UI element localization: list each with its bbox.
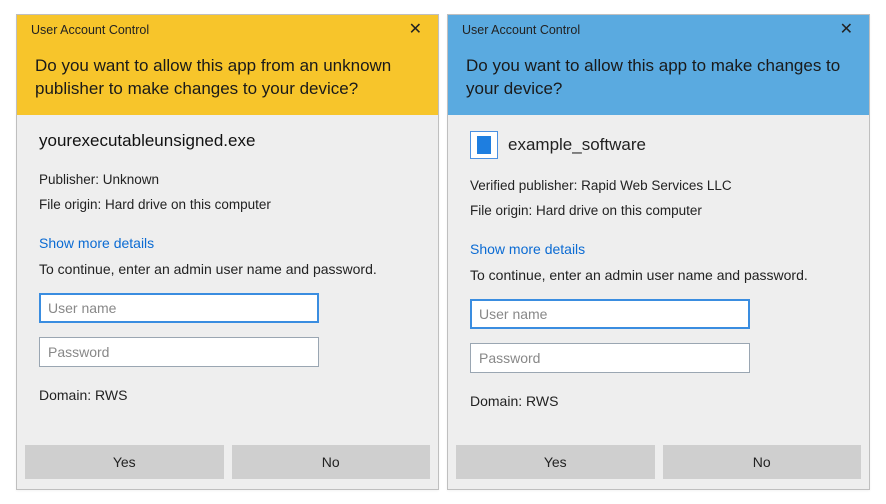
username-input[interactable] <box>39 293 319 323</box>
question-banner: Do you want to allow this app from an un… <box>17 45 438 115</box>
uac-dialog-unsigned: User Account Control ✕ Do you want to al… <box>16 14 439 490</box>
titlebar: User Account Control ✕ <box>448 15 869 45</box>
app-icon <box>470 131 498 159</box>
yes-button[interactable]: Yes <box>456 445 655 479</box>
window-title: User Account Control <box>31 23 403 37</box>
password-input[interactable] <box>39 337 319 367</box>
button-row: Yes No <box>448 437 869 489</box>
file-origin-line: File origin: Hard drive on this computer <box>39 196 416 215</box>
button-row: Yes No <box>17 437 438 489</box>
domain-label: Domain: RWS <box>470 393 847 409</box>
username-input[interactable] <box>470 299 750 329</box>
publisher-line: Publisher: Unknown <box>39 171 416 190</box>
no-button[interactable]: No <box>232 445 431 479</box>
credentials-instruction: To continue, enter an admin user name an… <box>470 267 847 283</box>
file-origin-line: File origin: Hard drive on this computer <box>470 202 847 221</box>
password-input[interactable] <box>470 343 750 373</box>
credentials-instruction: To continue, enter an admin user name an… <box>39 261 416 277</box>
close-icon[interactable]: ✕ <box>834 20 859 40</box>
app-row: example_software <box>470 131 847 159</box>
yes-button[interactable]: Yes <box>25 445 224 479</box>
no-button[interactable]: No <box>663 445 862 479</box>
show-more-details-link[interactable]: Show more details <box>470 241 585 257</box>
titlebar: User Account Control ✕ <box>17 15 438 45</box>
app-name: yourexecutableunsigned.exe <box>39 131 416 151</box>
uac-dialog-signed: User Account Control ✕ Do you want to al… <box>447 14 870 490</box>
dialog-body: yourexecutableunsigned.exe Publisher: Un… <box>17 115 438 437</box>
domain-label: Domain: RWS <box>39 387 416 403</box>
close-icon[interactable]: ✕ <box>403 20 428 40</box>
publisher-line: Verified publisher: Rapid Web Services L… <box>470 177 847 196</box>
show-more-details-link[interactable]: Show more details <box>39 235 154 251</box>
app-name: example_software <box>508 135 646 155</box>
question-banner: Do you want to allow this app to make ch… <box>448 45 869 115</box>
dialog-body: example_software Verified publisher: Rap… <box>448 115 869 437</box>
window-title: User Account Control <box>462 23 834 37</box>
